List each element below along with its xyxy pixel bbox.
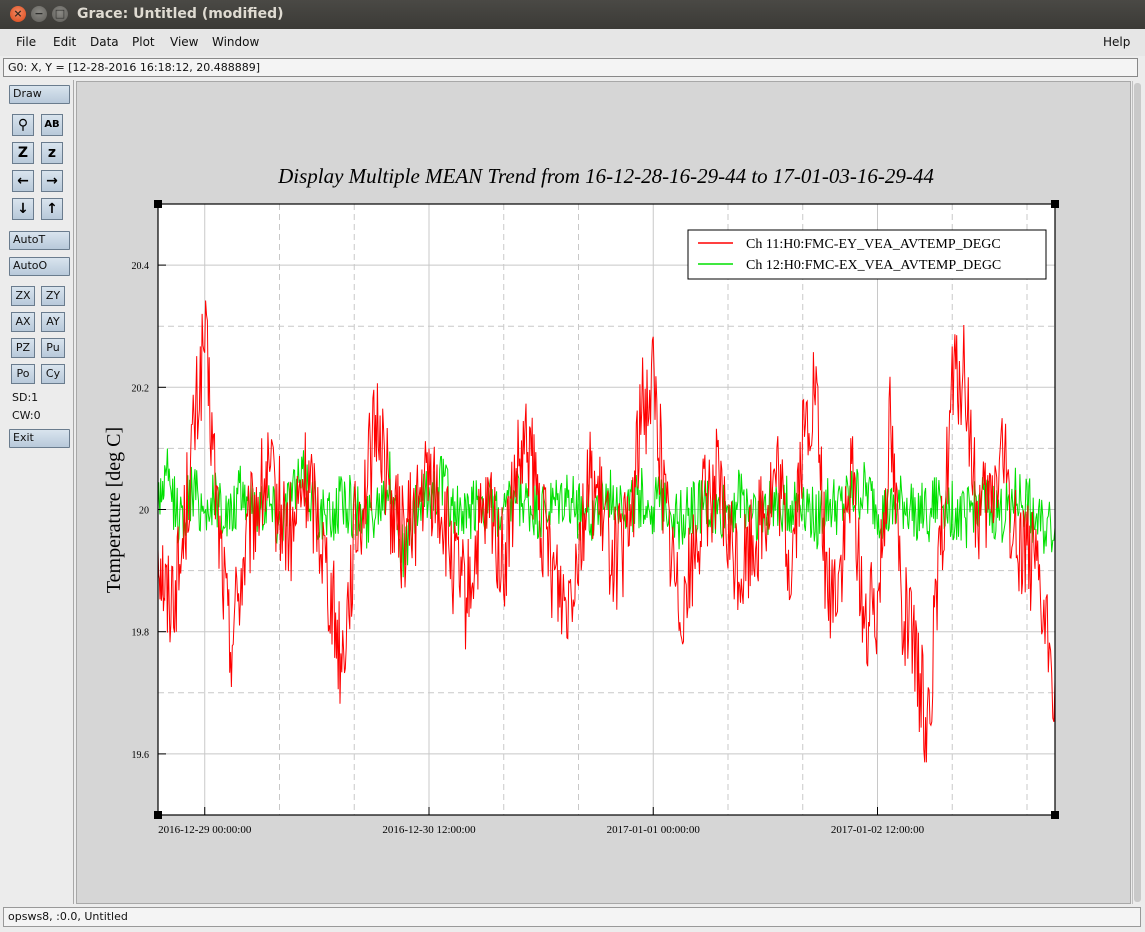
corner-handle-tl[interactable]: [154, 200, 162, 208]
y-tick-label: 20.2: [132, 383, 150, 394]
y-tick-label: 20: [139, 506, 149, 517]
corner-handle-bl[interactable]: [154, 811, 162, 819]
status-text: opsws8, :0.0, Untitled: [8, 910, 128, 923]
y-tick-label: 19.8: [132, 628, 150, 639]
x-tick-label: 2016-12-30 12:00:00: [382, 824, 476, 836]
legend: Ch 11:H0:FMC-EY_VEA_AVTEMP_DEGC Ch 12:H0…: [687, 229, 1047, 280]
y-tick-label: 20.4: [132, 261, 150, 272]
y-tick-label: 19.6: [132, 750, 150, 761]
legend-label-series1: Ch 11:H0:FMC-EY_VEA_AVTEMP_DEGC: [746, 237, 1001, 252]
corner-handle-tr[interactable]: [1051, 200, 1059, 208]
x-tick-label: 2017-01-02 12:00:00: [831, 824, 925, 836]
y-axis-label: Temperature [deg C]: [103, 427, 125, 593]
x-tick-label: 2016-12-29 00:00:00: [158, 824, 252, 836]
status-bar: opsws8, :0.0, Untitled: [3, 907, 1141, 927]
legend-label-series2: Ch 12:H0:FMC-EX_VEA_AVTEMP_DEGC: [746, 258, 1001, 273]
corner-handle-br[interactable]: [1051, 811, 1059, 819]
x-tick-label: 2017-01-01 00:00:00: [607, 824, 701, 836]
chart-title: Display Multiple MEAN Trend from 16-12-2…: [277, 164, 934, 188]
chart: 19.6 19.8 20 20.2 20.4 2016-12-29 00:00:00 201…: [103, 164, 1059, 836]
